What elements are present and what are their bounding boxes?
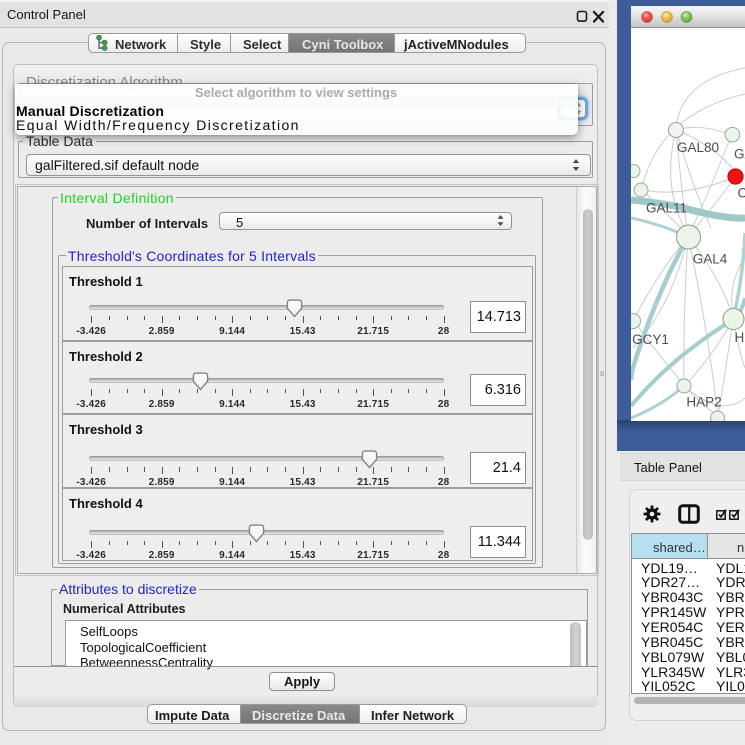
svg-text:CD: CD [738,186,745,201]
svg-text:GAL4: GAL4 [693,252,728,267]
svg-text:GA: GA [734,147,745,162]
svg-text:HAP2: HAP2 [686,395,721,410]
svg-text:GAL80: GAL80 [677,140,719,155]
svg-text:GCY1: GCY1 [632,332,669,347]
svg-text:GAL11: GAL11 [646,201,687,216]
svg-text:H: H [735,330,745,345]
